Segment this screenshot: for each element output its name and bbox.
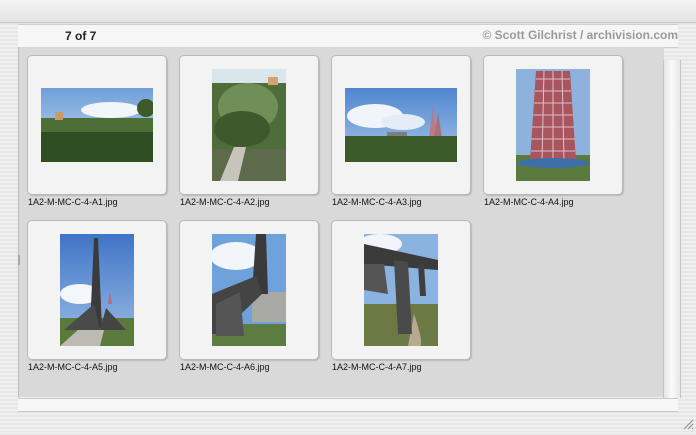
image-counter: 7 of 7 [65,29,97,43]
gallery-header: 7 of 7 © Scott Gilchrist / archivision.c… [18,24,678,48]
splitter-handle[interactable] [18,255,20,265]
photo-tree-path[interactable] [212,69,286,181]
thumbnail-item[interactable]: 1A2-M-MC-C-4-A3.jpg [331,55,483,215]
photo-sculpture-closeup[interactable] [364,234,438,346]
thumbnail-item[interactable]: 1A2-M-MC-C-4-A5.jpg [27,220,179,380]
thumbnail-filename: 1A2-M-MC-C-4-A6.jpg [180,362,270,372]
vertical-scrollbar[interactable] [663,60,681,398]
thumbnail-frame[interactable] [483,55,623,195]
thumbnail-frame[interactable] [27,220,167,360]
copyright-notice: © Scott Gilchrist / archivision.com [482,28,678,42]
thumbnail-frame[interactable] [331,55,471,195]
thumbnail-frame[interactable] [179,55,319,195]
thumbnail-filename: 1A2-M-MC-C-4-A5.jpg [28,362,118,372]
thumbnail-frame[interactable] [27,55,167,195]
thumbnail-filename: 1A2-M-MC-C-4-A1.jpg [28,197,118,207]
thumbnail-filename: 1A2-M-MC-C-4-A7.jpg [332,362,422,372]
photo-landscape-shrubs[interactable] [41,88,153,162]
photo-angular-sculpture[interactable] [212,234,286,346]
thumbnail-filename: 1A2-M-MC-C-4-A2.jpg [180,197,270,207]
thumbnail-frame[interactable] [331,220,471,360]
thumbnail-item[interactable]: 1A2-M-MC-C-4-A7.jpg [331,220,483,380]
image-browser-window: 7 of 7 © Scott Gilchrist / archivision.c… [0,0,696,431]
thumbnail-filename: 1A2-M-MC-C-4-A4.jpg [484,197,574,207]
thumbnail-grid: 1A2-M-MC-C-4-A1.jpg 1A2-M-MC-C-4-A2.jpg … [18,47,664,397]
bottom-bar [18,398,678,412]
thumbnail-item[interactable]: 1A2-M-MC-C-4-A1.jpg [27,55,179,215]
thumbnail-frame[interactable] [179,220,319,360]
thumbnail-item[interactable]: 1A2-M-MC-C-4-A2.jpg [179,55,331,215]
thumbnail-filename: 1A2-M-MC-C-4-A3.jpg [332,197,422,207]
thumbnail-item[interactable]: 1A2-M-MC-C-4-A4.jpg [483,55,635,215]
photo-spires-distance[interactable] [345,88,457,162]
photo-sculpture-spire[interactable] [60,234,134,346]
window-top-bar [0,0,696,23]
photo-lattice-tower[interactable] [516,69,590,181]
thumbnail-item[interactable]: 1A2-M-MC-C-4-A6.jpg [179,220,331,380]
resize-grip-icon[interactable] [682,417,694,430]
